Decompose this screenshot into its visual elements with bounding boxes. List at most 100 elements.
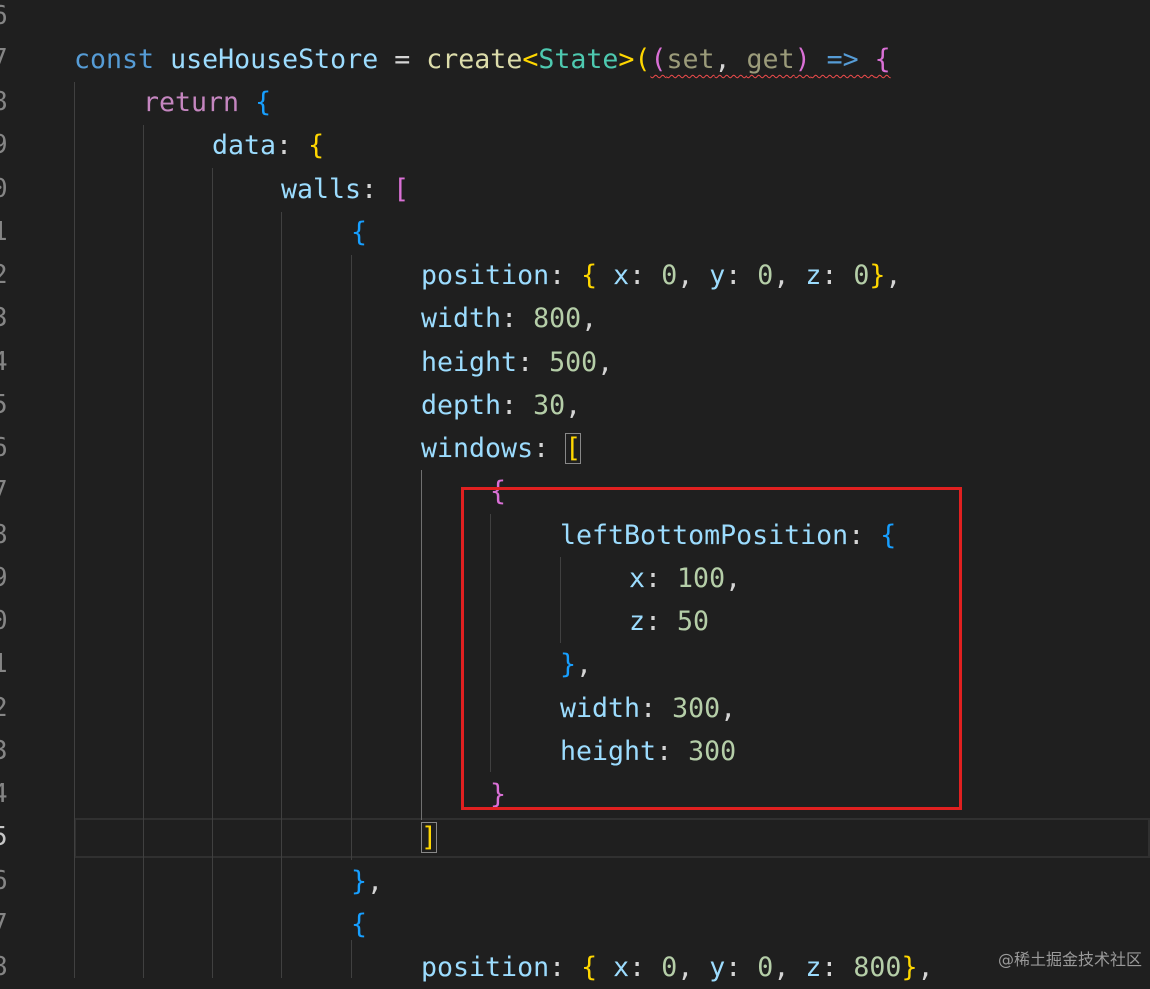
line-number-active: 5 <box>0 816 10 859</box>
token-punct: : <box>533 433 566 464</box>
token-param: get <box>746 44 795 75</box>
token-punct: : <box>549 260 582 291</box>
line-number: 3 <box>0 730 10 773</box>
line-number: 7 <box>0 38 10 81</box>
indent-guide <box>351 255 352 860</box>
line-number: 0 <box>0 600 10 643</box>
code-line[interactable]: width: 800, <box>421 297 597 340</box>
token-punct: : <box>821 952 854 983</box>
token-number: 0 <box>853 260 870 291</box>
token-punct: , <box>885 260 902 291</box>
code-line[interactable]: position: { x: 0, y: 0, z: 800}, <box>421 946 933 989</box>
token-punct: : <box>629 952 662 983</box>
code-line[interactable]: }, <box>351 860 383 903</box>
token-property: y <box>709 260 726 291</box>
token-keyword: const <box>74 44 155 75</box>
token-bracket: ( <box>634 44 651 75</box>
token-bracket: > <box>618 44 635 75</box>
line-number: 3 <box>0 297 10 340</box>
watermark: @稀土掘金技术社区 <box>997 950 1142 969</box>
token-punct: , <box>773 260 806 291</box>
indent-guide <box>281 212 282 978</box>
token-property: depth <box>421 390 502 421</box>
code-line[interactable]: { <box>351 903 367 946</box>
token-number: 0 <box>757 260 774 291</box>
token-bracket: < <box>522 44 539 75</box>
token-bracket: { <box>308 130 325 161</box>
token-property: width <box>421 303 502 334</box>
highlight-annotation-box <box>461 487 962 810</box>
token-property: windows <box>421 433 534 464</box>
code-line[interactable]: windows: [ <box>421 427 582 470</box>
token-arrow: => <box>810 44 875 75</box>
line-number: 8 <box>0 81 10 124</box>
token-punct: : <box>501 390 534 421</box>
line-number: 2 <box>0 687 10 730</box>
token-property: x <box>597 260 630 291</box>
token-punct: , <box>581 303 598 334</box>
token-bracket: } <box>901 952 918 983</box>
code-line[interactable]: depth: 30, <box>421 384 581 427</box>
token-number: 0 <box>757 952 774 983</box>
token-bracket: { <box>874 44 891 75</box>
token-bracket: { <box>351 217 368 248</box>
line-number: 6 <box>0 427 10 470</box>
token-punct: , <box>677 260 710 291</box>
token-bracket: } <box>351 866 368 897</box>
token-punct: , <box>917 952 934 983</box>
token-bracket: { <box>581 952 598 983</box>
token-param: set <box>666 44 715 75</box>
token-punct: : <box>549 952 582 983</box>
line-number: 8 <box>0 946 10 989</box>
token-keyword: return <box>143 87 240 118</box>
token-bracket: { <box>581 260 598 291</box>
token-property: height <box>421 347 518 378</box>
current-line-highlight <box>74 818 1150 858</box>
token-punct: : <box>517 347 550 378</box>
token-punct: : <box>276 130 309 161</box>
token-number: 0 <box>661 952 678 983</box>
line-number: 6 <box>0 0 10 38</box>
code-line-active[interactable]: ] <box>421 816 438 859</box>
token-punct: , <box>565 390 582 421</box>
token-punct: : <box>361 174 394 205</box>
token-bracket: ) <box>794 44 811 75</box>
code-line[interactable]: { <box>351 211 367 254</box>
token-property: position <box>421 952 550 983</box>
line-number: 1 <box>0 211 10 254</box>
token-punct: : <box>725 260 758 291</box>
line-number: 7 <box>0 903 10 946</box>
token-punct: : <box>821 260 854 291</box>
code-line[interactable]: height: 500, <box>421 341 613 384</box>
token-property: position <box>421 260 550 291</box>
line-number: 9 <box>0 557 10 600</box>
code-line[interactable]: position: { x: 0, y: 0, z: 0}, <box>421 254 901 297</box>
token-property: walls <box>281 174 362 205</box>
token-bracket-matched: ] <box>421 822 438 853</box>
indent-guide <box>212 168 213 978</box>
indent-guide <box>74 82 75 978</box>
line-number: 0 <box>0 168 10 211</box>
indent-guide-active <box>421 470 422 820</box>
code-line[interactable]: data: { <box>212 124 324 167</box>
token-bracket: { <box>351 909 368 940</box>
line-number: 5 <box>0 384 10 427</box>
token-punct: , <box>367 866 384 897</box>
token-property: data <box>212 130 277 161</box>
token-identifier: useHouseStore <box>170 44 379 75</box>
code-editor[interactable]: 6 7 8 9 0 1 2 3 4 5 6 7 8 9 0 1 2 3 4 5 … <box>0 0 1150 983</box>
code-line[interactable]: walls: [ <box>281 168 409 211</box>
token-type: State <box>538 44 619 75</box>
token-bracket: ( <box>650 44 667 75</box>
token-property: x <box>597 952 630 983</box>
code-line[interactable]: const useHouseStore = create<State>((set… <box>74 38 891 81</box>
token-bracket: { <box>239 87 272 118</box>
line-number: 1 <box>0 643 10 686</box>
token-number: 0 <box>661 260 678 291</box>
code-line[interactable]: return { <box>143 81 271 124</box>
token-punct: : <box>629 260 662 291</box>
token-punct: , <box>677 952 710 983</box>
token-punct: , <box>714 44 747 75</box>
line-number: 2 <box>0 254 10 297</box>
token-punct: : <box>725 952 758 983</box>
